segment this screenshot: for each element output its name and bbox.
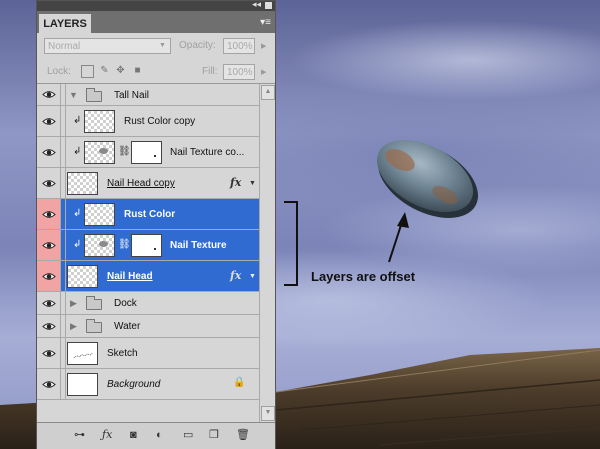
layer-thumbnail [67, 172, 98, 195]
visibility-eye-icon[interactable] [37, 369, 61, 399]
effects-toggle-icon[interactable]: ▼ [249, 273, 256, 280]
scroll-up-icon[interactable]: ▲ [261, 85, 275, 100]
layer-row-rust-color-copy[interactable]: ↲ Rust Color copy [37, 106, 259, 137]
visibility-eye-icon[interactable] [37, 199, 61, 229]
folder-icon [86, 319, 102, 333]
collapse-icon[interactable]: ◂◂ [252, 0, 261, 10]
layer-thumbnail [84, 234, 115, 257]
trash-icon[interactable]: 🗑 [236, 429, 250, 441]
visibility-eye-icon[interactable] [37, 137, 61, 167]
mask-link-icon[interactable]: ⛓ [118, 239, 131, 250]
layer-thumbnail [67, 373, 98, 396]
clipping-arrow-icon: ↲ [73, 146, 82, 157]
layer-list: ▼ Tall Nail ↲ Rust Color copy ↲ ⛓ Nail T… [37, 84, 259, 422]
annotation-arrow [388, 212, 409, 263]
opacity-label: Opacity: [179, 40, 216, 51]
clipping-arrow-icon: ↲ [73, 115, 82, 126]
layer-options: Normal ▼ Opacity: 100% ▶ Lock: ✎ ✥ ■ Fil… [37, 33, 275, 84]
fill-label: Fill: [202, 66, 218, 77]
annotation-bracket [284, 201, 298, 286]
nail-head [376, 139, 478, 218]
panel-menu-icon[interactable]: ▾≡ [260, 17, 271, 28]
fill-slider-arrow-icon[interactable]: ▶ [261, 68, 266, 76]
effects-toggle-icon[interactable]: ▼ [249, 180, 256, 187]
lock-transparency-icon[interactable] [81, 65, 94, 78]
visibility-eye-icon[interactable] [37, 230, 61, 260]
layer-thumbnail [84, 141, 115, 164]
layer-name: Nail Texture co... [170, 147, 245, 158]
clipping-arrow-icon: ↲ [73, 239, 82, 250]
layer-row-tall-nail[interactable]: ▼ Tall Nail [37, 84, 259, 106]
clipping-arrow-icon: ↲ [73, 208, 82, 219]
layers-scrollbar[interactable]: ▲ ▼ [259, 84, 275, 422]
visibility-eye-icon[interactable] [37, 315, 61, 337]
visibility-eye-icon[interactable] [37, 292, 61, 314]
mask-link-icon[interactable]: ⛓ [118, 146, 131, 157]
lock-move-icon[interactable]: ✥ [115, 65, 126, 76]
layer-row-nail-texture-copy[interactable]: ↲ ⛓ Nail Texture co... [37, 137, 259, 168]
expand-triangle-icon[interactable]: ▼ [69, 90, 78, 100]
opacity-slider-arrow-icon[interactable]: ▶ [261, 42, 266, 50]
expand-triangle-icon[interactable]: ▶ [70, 321, 77, 332]
layer-thumbnail [67, 265, 98, 288]
layer-mask-thumbnail[interactable] [131, 234, 162, 257]
layers-panel: ◂◂ LAYERS ▾≡ Normal ▼ Opacity: 100% ▶ Lo… [36, 0, 276, 449]
fill-input[interactable]: 100% [223, 64, 255, 80]
layer-name: Background [107, 379, 161, 390]
layer-row-nail-head[interactable]: Nail Head fx ▼ [37, 261, 259, 292]
visibility-eye-icon[interactable] [37, 106, 61, 136]
tab-layers[interactable]: LAYERS [39, 14, 91, 33]
lock-icon: 🔒 [233, 377, 246, 388]
layer-name: Sketch [107, 348, 138, 359]
opacity-input[interactable]: 100% [223, 38, 255, 54]
layer-name: Water [114, 321, 141, 332]
layer-mask-thumbnail[interactable] [131, 141, 162, 164]
chevron-down-icon: ▼ [159, 42, 166, 49]
visibility-eye-icon[interactable] [37, 84, 61, 105]
layer-row-nail-texture[interactable]: ↲ ⛓ Nail Texture [37, 230, 259, 261]
panel-tab-bar: LAYERS ▾≡ [37, 11, 275, 33]
fx-icon[interactable]: fx [230, 269, 241, 282]
layer-name: Rust Color copy [124, 116, 196, 127]
fx-icon[interactable]: fx [230, 176, 241, 189]
folder-icon [86, 88, 102, 102]
layer-thumbnail [67, 342, 98, 365]
layer-row-sketch[interactable]: Sketch [37, 338, 259, 369]
layer-thumbnail [84, 110, 115, 133]
visibility-eye-icon[interactable] [37, 261, 61, 291]
layer-row-dock[interactable]: ▶ Dock [37, 292, 259, 315]
fx-icon[interactable]: ƒx [102, 429, 112, 441]
new-layer-icon[interactable]: ❐ [209, 429, 219, 441]
close-icon[interactable] [265, 2, 272, 9]
visibility-eye-icon[interactable] [37, 338, 61, 368]
layer-name: Dock [114, 298, 137, 309]
adjustment-icon[interactable]: ◐ [156, 429, 163, 441]
layer-thumbnail [84, 203, 115, 226]
visibility-eye-icon[interactable] [37, 168, 61, 198]
folder-icon[interactable]: ▭ [183, 429, 193, 441]
layer-row-rust-color[interactable]: ↲ Rust Color [37, 199, 259, 230]
layer-name: Nail Head [107, 271, 153, 282]
folder-icon [86, 296, 102, 310]
lock-label: Lock: [47, 66, 71, 77]
panel-bottom-toolbar: ⊶ ƒx ◙ ◐ ▭ ❐ 🗑 [37, 422, 275, 449]
layer-row-background[interactable]: Background 🔒 [37, 369, 259, 400]
link-icon[interactable]: ⊶ [74, 429, 85, 441]
panel-title-strip: ◂◂ [37, 0, 275, 11]
layer-name: Rust Color [124, 209, 176, 220]
scroll-down-icon[interactable]: ▼ [261, 406, 275, 421]
blend-mode-select[interactable]: Normal [44, 38, 171, 54]
mask-icon[interactable]: ◙ [130, 429, 137, 441]
layer-name: Nail Texture [170, 240, 227, 251]
expand-triangle-icon[interactable]: ▶ [70, 298, 77, 309]
annotation-label: Layers are offset [311, 269, 416, 284]
lock-paint-icon[interactable]: ✎ [99, 65, 110, 76]
layer-name: Tall Nail [114, 90, 150, 101]
layer-row-nail-head-copy[interactable]: Nail Head copy fx ▼ [37, 168, 259, 199]
lock-all-icon[interactable]: ■ [132, 65, 143, 76]
layer-row-water[interactable]: ▶ Water [37, 315, 259, 338]
layer-name: Nail Head copy [107, 178, 175, 189]
